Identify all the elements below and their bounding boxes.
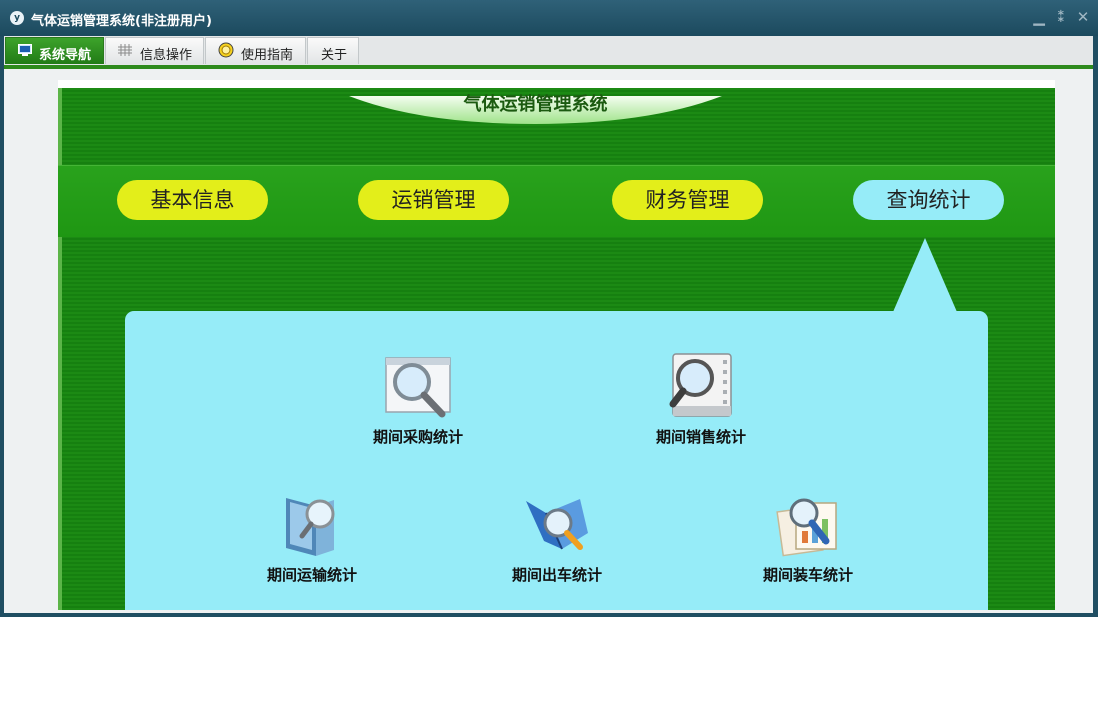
item-sales-stats[interactable]: 期间销售统计 <box>631 350 771 447</box>
item-label: 期间运输统计 <box>266 566 357 584</box>
magnifier-film-icon <box>669 353 732 417</box>
nav-basic-info[interactable]: 基本信息 <box>117 180 268 220</box>
magnifier-map-icon <box>526 499 588 550</box>
item-label: 期间装车统计 <box>762 566 853 584</box>
grid-icon <box>118 44 132 56</box>
client-area: 系统导航 信息操作 使用指南 关于 气体运销管理系统 基本信息 运销管理 财务管… <box>4 36 1093 613</box>
tab-info-ops[interactable]: 信息操作 <box>105 37 204 64</box>
minimize-icon[interactable]: ▁ <box>1032 9 1046 25</box>
callout-pointer <box>893 238 957 312</box>
navigation-panel: 气体运销管理系统 基本信息 运销管理 财务管理 查询统计 期间采购统计 期间销售… <box>58 80 1055 610</box>
tab-system-nav[interactable]: 系统导航 <box>5 37 104 64</box>
monitor-icon <box>18 44 32 56</box>
nav-sales-transport[interactable]: 运销管理 <box>358 180 509 220</box>
tab-label: 关于 <box>321 48 348 63</box>
item-purchase-stats[interactable]: 期间采购统计 <box>348 352 488 447</box>
window-controls: ▁ ⁑ ✕ <box>1032 9 1090 25</box>
tab-about[interactable]: 关于 <box>307 37 359 64</box>
magnifier-window-icon <box>385 357 451 418</box>
item-label: 期间销售统计 <box>655 428 746 446</box>
item-label: 期间采购统计 <box>372 428 463 446</box>
item-dispatch-stats[interactable]: 期间出车统计 <box>487 493 627 585</box>
header-title: 气体运销管理系统 <box>463 94 608 115</box>
item-label: 期间出车统计 <box>511 566 602 584</box>
tab-user-guide[interactable]: 使用指南 <box>205 37 306 64</box>
tab-underline <box>4 65 1093 69</box>
tab-label: 使用指南 <box>241 48 294 63</box>
item-transport-stats[interactable]: 期间运输统计 <box>242 492 382 585</box>
magnifier-book-icon <box>286 498 335 556</box>
magnifier-chart-icon <box>776 498 837 557</box>
restore-icon[interactable]: ⁑ <box>1054 9 1068 25</box>
app-window: y 气体运销管理系统(非注册用户) ▁ ⁑ ✕ 系统导航 信息操作 使用指南 关… <box>0 0 1098 617</box>
tab-label: 系统导航 <box>39 48 92 63</box>
nav-query-stats[interactable]: 查询统计 <box>853 180 1004 220</box>
nav-finance[interactable]: 财务管理 <box>612 180 763 220</box>
tab-label: 信息操作 <box>140 48 193 63</box>
title-bar: y 气体运销管理系统(非注册用户) ▁ ⁑ ✕ <box>0 0 1098 36</box>
item-loading-stats[interactable]: 期间装车统计 <box>738 493 878 585</box>
tab-bar: 系统导航 信息操作 使用指南 关于 <box>4 36 1093 66</box>
app-logo-icon: y <box>10 11 24 25</box>
window-title: 气体运销管理系统(非注册用户) <box>31 14 212 29</box>
close-icon[interactable]: ✕ <box>1076 9 1090 25</box>
compass-icon <box>218 42 234 58</box>
